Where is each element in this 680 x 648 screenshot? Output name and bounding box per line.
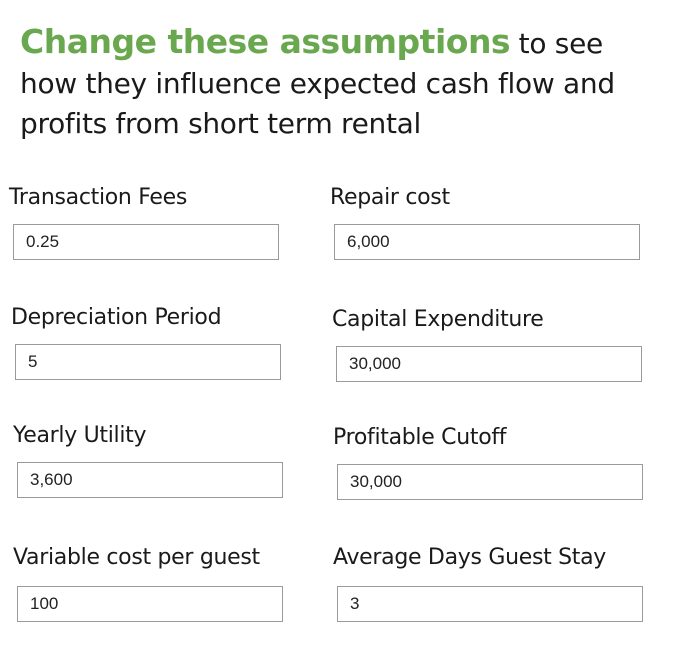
variable-cost-per-guest-input[interactable] [17,586,283,622]
profitable-cutoff-label: Profitable Cutoff [333,425,507,450]
depreciation-period-label: Depreciation Period [11,305,222,330]
field-transaction-fees: Transaction Fees [9,184,309,260]
field-repair-cost: Repair cost [330,184,640,260]
yearly-utility-input[interactable] [17,462,283,498]
yearly-utility-label: Yearly Utility [13,423,147,448]
variable-cost-per-guest-label: Variable cost per guest [13,545,260,570]
instructions-header: Change these assumptions to see how they… [20,22,660,144]
field-average-days-guest-stay: Average Days Guest Stay [333,544,643,622]
field-depreciation-period: Depreciation Period [11,304,311,380]
average-days-guest-stay-input[interactable] [337,586,643,622]
profitable-cutoff-input[interactable] [337,464,643,500]
field-yearly-utility: Yearly Utility [13,422,313,498]
field-variable-cost-per-guest: Variable cost per guest [13,544,313,622]
average-days-guest-stay-label: Average Days Guest Stay [333,545,607,570]
repair-cost-label: Repair cost [330,185,450,210]
header-accent-text: Change these assumptions [20,22,511,61]
transaction-fees-input[interactable] [13,224,279,260]
field-profitable-cutoff: Profitable Cutoff [333,424,643,500]
field-capital-expenditure: Capital Expenditure [332,306,642,382]
transaction-fees-label: Transaction Fees [9,185,188,210]
capital-expenditure-label: Capital Expenditure [332,307,544,332]
repair-cost-input[interactable] [334,224,640,260]
depreciation-period-input[interactable] [15,344,281,380]
capital-expenditure-input[interactable] [336,346,642,382]
